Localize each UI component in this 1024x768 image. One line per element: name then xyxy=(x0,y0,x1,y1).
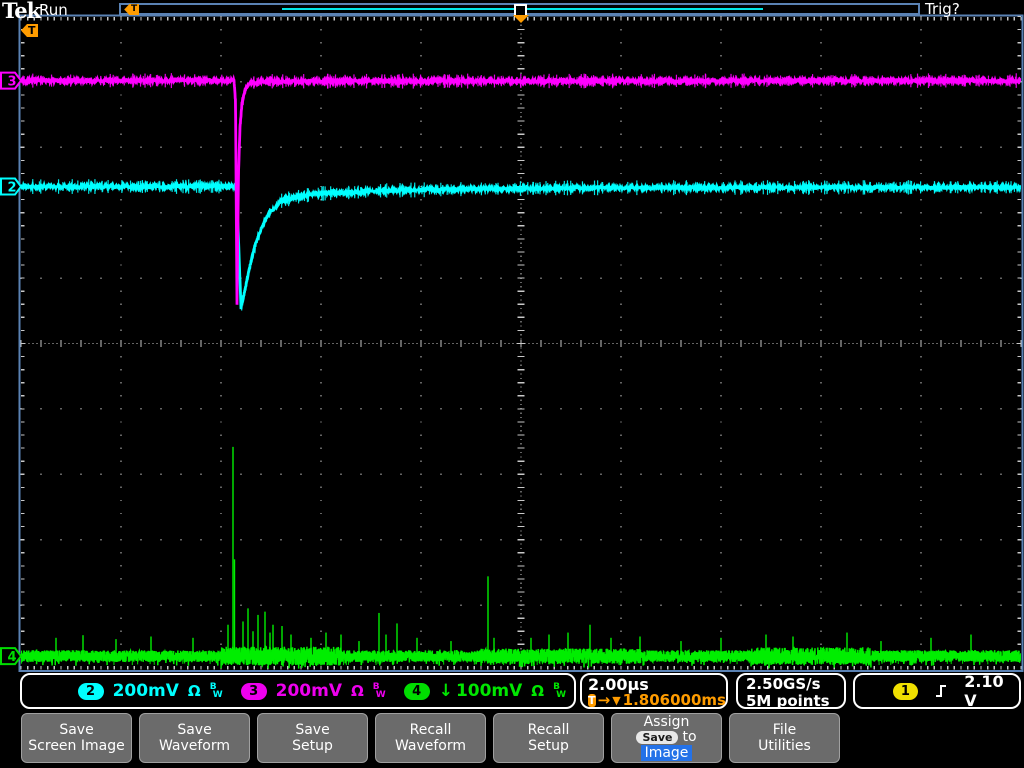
waveform-display: 3 2 4 T xyxy=(0,14,1024,672)
save-setup-button[interactable]: Save Setup xyxy=(257,713,368,763)
recall-waveform-button[interactable]: Recall Waveform xyxy=(375,713,486,763)
ch4-reference-marker[interactable]: 4 xyxy=(0,647,23,666)
ch3-reference-marker[interactable]: 3 xyxy=(0,71,23,90)
acquisition-status: Run xyxy=(39,1,68,19)
save-pill: Save xyxy=(636,731,679,744)
trigger-status-label: Trig? xyxy=(925,0,960,18)
record-trigger-marker[interactable]: T xyxy=(124,4,140,15)
record-view-bar[interactable]: T xyxy=(119,3,920,17)
menu-bar: Save Screen Image Save Waveform Save Setup … xyxy=(0,710,1024,768)
expansion-point-marker xyxy=(513,15,529,23)
assign-save-to-image-button[interactable]: Assign Save to Image xyxy=(611,713,722,763)
save-screen-image-button[interactable]: Save Screen Image xyxy=(21,713,132,763)
svg-text:4: 4 xyxy=(8,650,17,665)
svg-text:3: 3 xyxy=(8,75,17,90)
save-waveform-button[interactable]: Save Waveform xyxy=(139,713,250,763)
svg-text:T: T xyxy=(28,24,36,37)
assign-target-highlight: Image xyxy=(640,745,693,761)
file-utilities-button[interactable]: File Utilities xyxy=(729,713,840,763)
svg-text:2: 2 xyxy=(8,181,17,196)
oscilloscope-screen: 324T Tek Run T Trig? 2 200mV Ω BW 3 200m… xyxy=(0,0,1024,768)
ch2-reference-marker[interactable]: 2 xyxy=(0,177,23,196)
recall-setup-button[interactable]: Recall Setup xyxy=(493,713,604,763)
tek-logo: Tek xyxy=(2,0,41,23)
